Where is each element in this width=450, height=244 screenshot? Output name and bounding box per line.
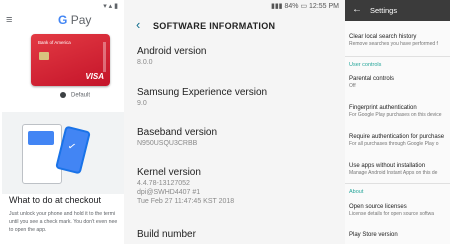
promo-line: to open the app. <box>9 227 47 233</box>
app-title-pay: Pay <box>70 13 92 27</box>
setting-title: Parental controls <box>349 76 395 82</box>
google-g-logo: G <box>58 13 68 27</box>
setting-subtitle: License details for open source softwa <box>349 211 435 217</box>
info-value: N950USQU3CRBB <box>137 140 198 147</box>
info-row-build-number[interactable]: Build number <box>137 229 337 241</box>
payment-terminal-icon <box>22 124 62 184</box>
info-value: 8.0.0 <box>137 59 153 66</box>
terminal-screen <box>28 131 54 145</box>
section-header-user-controls: User controls <box>349 62 382 68</box>
promo-line: Just unlock your phone and hold it to th… <box>9 211 116 217</box>
setting-subtitle: Manage Android Instant Apps on this de <box>349 170 438 176</box>
info-label: Build number <box>137 229 196 240</box>
divider <box>345 56 450 57</box>
info-value: 9.0 <box>137 100 147 107</box>
checkmark-icon: ✓ <box>66 140 78 154</box>
promo-heading: What to do at checkout <box>9 195 102 205</box>
card-stripe <box>103 42 106 72</box>
setting-instant-apps[interactable]: Use apps without installation Manage And… <box>349 162 450 177</box>
info-row-baseband[interactable]: Baseband version N950USQU3CRBB <box>137 127 337 148</box>
status-bar: ▾ ▴ ▮ <box>0 0 124 14</box>
setting-title: Use apps without installation <box>349 163 426 169</box>
setting-subtitle: For Google Play purchases on this device <box>349 112 442 118</box>
default-dot-icon <box>60 92 66 98</box>
info-label: Baseband version <box>137 127 218 138</box>
battery-level: 84% <box>284 3 299 10</box>
card-chip <box>39 52 49 60</box>
gpay-panel: ▾ ▴ ▮ ≡ G Pay Bank of America VISA Defau… <box>0 0 124 244</box>
status-icons: ▾ ▴ ▮ <box>103 3 118 10</box>
info-label: Samsung Experience version <box>137 87 268 98</box>
setting-subtitle: For all purchases through Google Play o <box>349 141 439 147</box>
info-label: Android version <box>137 46 207 57</box>
app-title: G Pay <box>58 13 91 27</box>
promo-line: until you see a check mark. You don't ev… <box>9 219 118 225</box>
back-arrow-icon[interactable]: ‹ <box>136 17 140 32</box>
info-row-samsung-experience[interactable]: Samsung Experience version 9.0 <box>137 87 337 108</box>
setting-title: Open source licenses <box>349 204 407 210</box>
setting-fingerprint-auth[interactable]: Fingerprint authentication For Google Pl… <box>349 104 450 119</box>
info-value: dpi@SWHD4407 #1 <box>137 189 201 196</box>
software-info-panel: ▮▮▮ 84% ▭ 12:55 PM ‹ SOFTWARE INFORMATIO… <box>124 0 345 244</box>
setting-open-source-licenses[interactable]: Open source licenses License details for… <box>349 203 450 218</box>
back-arrow-icon[interactable]: ← <box>352 4 362 15</box>
status-bar: ▮▮▮ 84% ▭ 12:55 PM <box>124 0 345 14</box>
setting-title: Play Store version <box>349 232 398 238</box>
status-time: 12:55 PM <box>309 3 339 10</box>
info-value: 4.4.78-13127052 <box>137 180 190 187</box>
page-title: Settings <box>370 6 398 15</box>
battery-icon: ▭ <box>300 3 308 10</box>
setting-title: Require authentication for purchase <box>349 134 445 140</box>
page-title: SOFTWARE INFORMATION <box>153 21 276 31</box>
info-row-kernel[interactable]: Kernel version 4.4.78-13127052 dpi@SWHD4… <box>137 167 337 206</box>
payment-card[interactable]: Bank of America VISA <box>31 34 110 86</box>
setting-title: Clear local search history <box>349 34 417 40</box>
setting-clear-search-history[interactable]: Clear local search history Remove search… <box>349 33 450 48</box>
setting-title: Fingerprint authentication <box>349 105 417 111</box>
section-header-about: About <box>349 189 364 195</box>
status-icons: ▮▮▮ 84% ▭ 12:55 PM <box>271 0 339 14</box>
setting-subtitle: Off <box>349 83 356 89</box>
default-indicator: Default <box>60 92 90 99</box>
signal-icon: ▮▮▮ <box>270 3 283 10</box>
setting-require-authentication[interactable]: Require authentication for purchase For … <box>349 133 450 148</box>
promo-body: Just unlock your phone and hold it to th… <box>9 210 124 234</box>
settings-panel: ← Settings Clear local search history Re… <box>345 0 450 244</box>
settings-app-bar: ← Settings <box>345 0 450 21</box>
card-network-logo: VISA <box>85 72 104 81</box>
setting-play-store-version[interactable]: Play Store version <box>349 231 450 239</box>
info-value: Tue Feb 27 11:47:45 KST 2018 <box>137 198 235 205</box>
menu-icon[interactable]: ≡ <box>6 14 12 26</box>
setting-subtitle: Remove searches you have performed f <box>349 41 438 47</box>
info-row-android-version[interactable]: Android version 8.0.0 <box>137 46 337 67</box>
divider <box>345 183 450 184</box>
setting-parental-controls[interactable]: Parental controls Off <box>349 75 450 90</box>
info-label: Kernel version <box>137 167 201 178</box>
default-label: Default <box>71 92 91 99</box>
card-bank-name: Bank of America <box>38 40 71 45</box>
